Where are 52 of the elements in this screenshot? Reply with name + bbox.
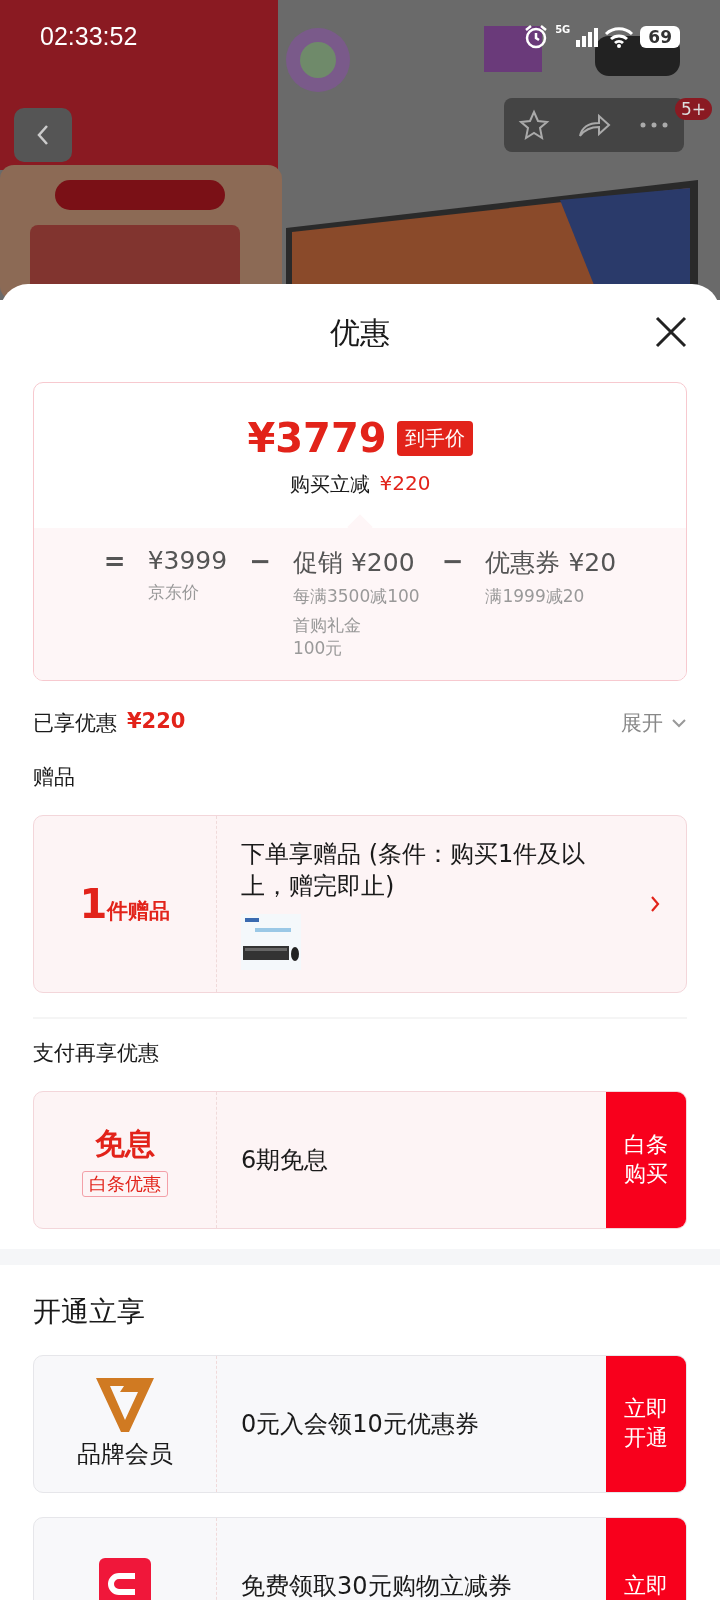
signal-icon: [576, 26, 599, 47]
offer-card[interactable]: 品牌会员 0元入会领10元优惠券 立即开通: [33, 1355, 687, 1493]
coupon-logo-icon: [99, 1558, 151, 1600]
chevron-down-icon: [671, 718, 687, 728]
chevron-right-icon: [650, 895, 660, 913]
offer-text: 0元入会领10元优惠券: [241, 1408, 480, 1440]
term-note: 满1999减20: [485, 585, 586, 608]
star-icon: [518, 109, 550, 141]
battery-level: 69: [640, 25, 680, 48]
close-button[interactable]: [655, 316, 687, 348]
final-price: ¥3779: [247, 415, 387, 461]
offer-card[interactable]: 免费领取30元购物立减券 立即: [33, 1517, 687, 1600]
action-button[interactable]: 立即开通: [606, 1356, 686, 1492]
section-title: 赠品: [33, 764, 76, 791]
sheet-title: 优惠: [330, 313, 390, 352]
wifi-icon: [604, 25, 635, 48]
section-title: 开通立享: [33, 1294, 146, 1330]
network-label: 5G: [555, 23, 571, 35]
expand-button[interactable]: 展开: [621, 709, 687, 737]
offer-card[interactable]: 免息 白条优惠 6期免息 白条购买: [33, 1091, 687, 1229]
offer-head: 免息: [95, 1124, 155, 1163]
section-title: 支付再享优惠: [33, 1040, 160, 1067]
term-note: 京东价: [147, 581, 200, 604]
offer-text: 下单享赠品 (条件：购买1件及以上，赠完即止): [241, 838, 587, 902]
term-amount: 促销 ¥200: [292, 547, 416, 579]
saving-label: 购买立减: [289, 471, 370, 498]
gift-count: 1件赠品: [79, 881, 171, 927]
enjoyed-label: 已享优惠: [33, 710, 117, 737]
offer-text: 免费领取30元购物立减券: [241, 1570, 513, 1600]
offer-tag: 白条优惠: [82, 1170, 168, 1197]
action-button[interactable]: 白条购买: [606, 1092, 686, 1228]
term-note: 每满3500减100: [292, 585, 420, 608]
operator-sign: =: [103, 546, 126, 576]
status-time: 02:33:52: [40, 22, 138, 51]
notification-badge: 5+: [674, 98, 712, 120]
term-amount: ¥3999: [147, 546, 228, 575]
term-amount: 优惠券 ¥20: [485, 547, 617, 579]
operator-sign: −: [441, 546, 464, 576]
action-button[interactable]: 立即: [606, 1518, 686, 1600]
price-tag: 到手价: [396, 420, 473, 456]
saving-amount: ¥220: [379, 471, 431, 497]
operator-sign: −: [249, 546, 271, 576]
offer-head: 品牌会员: [77, 1439, 173, 1470]
offer-card[interactable]: 1件赠品 下单享赠品 (条件：购买1件及以上，赠完即止): [33, 815, 687, 993]
back-button[interactable]: [14, 108, 72, 162]
enjoyed-amount: ¥220: [127, 709, 186, 735]
term-note: 首购礼金 100元: [292, 614, 362, 660]
more-icon: [639, 121, 669, 129]
back-icon: [36, 123, 50, 147]
share-icon: [577, 111, 611, 139]
v-logo-icon: [96, 1378, 154, 1432]
offer-text: 6期免息: [241, 1144, 330, 1176]
